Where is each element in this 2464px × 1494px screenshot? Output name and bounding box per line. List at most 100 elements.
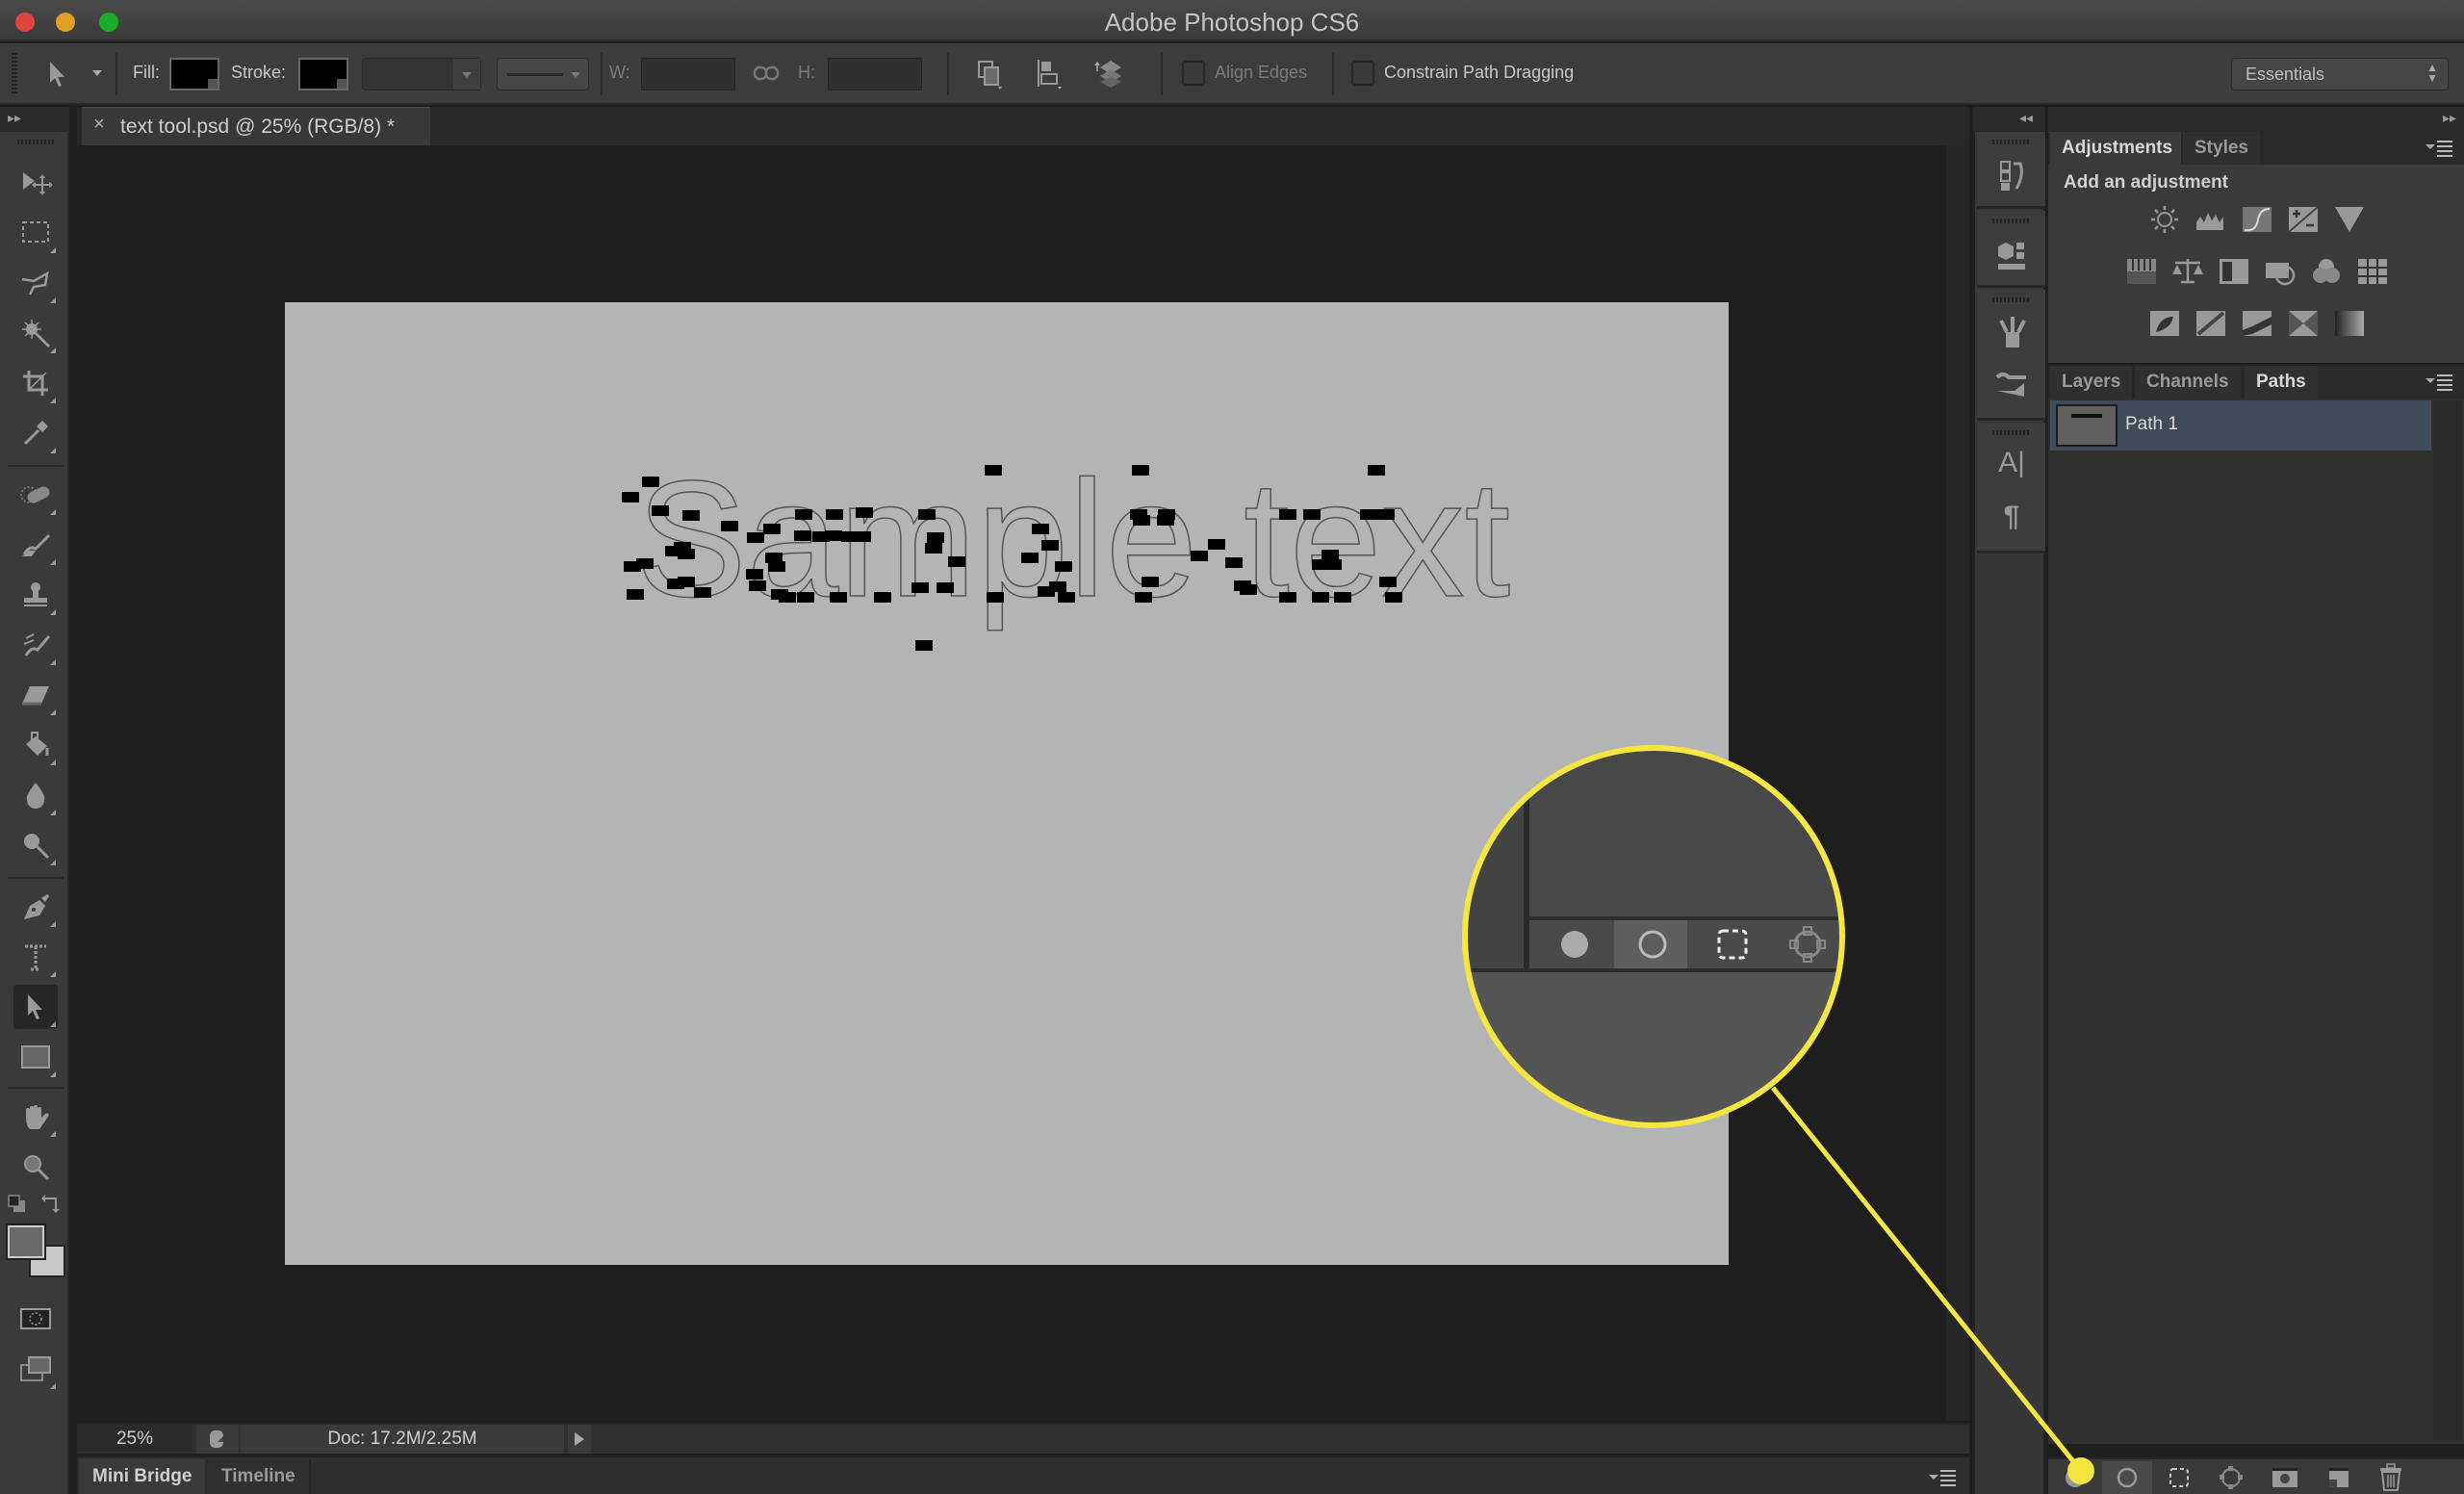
- anchor-point[interactable]: [987, 592, 995, 603]
- anchor-point[interactable]: [934, 543, 942, 554]
- anchor-point[interactable]: [755, 569, 763, 580]
- panel-menu-icon[interactable]: [2426, 140, 2454, 157]
- anchor-point[interactable]: [747, 532, 756, 543]
- anchor-point[interactable]: [1021, 553, 1030, 563]
- anchor-point[interactable]: [678, 577, 686, 587]
- anchor-point[interactable]: [632, 561, 641, 572]
- tab-mini-bridge[interactable]: Mini Bridge: [79, 1459, 206, 1494]
- dock-grip[interactable]: [1992, 430, 2031, 435]
- panel-menu-icon[interactable]: [1929, 1469, 1958, 1491]
- dodge-tool[interactable]: [13, 823, 58, 867]
- new-path-button[interactable]: [2314, 1461, 2364, 1494]
- anchor-point[interactable]: [804, 509, 812, 520]
- anchor-point[interactable]: [937, 582, 945, 593]
- anchor-point[interactable]: [1050, 540, 1059, 551]
- color-balance-icon[interactable]: [2171, 257, 2204, 286]
- anchor-point[interactable]: [1394, 592, 1402, 603]
- anchor-point[interactable]: [825, 530, 834, 541]
- anchor-point[interactable]: [1166, 515, 1174, 526]
- anchor-point[interactable]: [1199, 551, 1208, 561]
- anchor-point[interactable]: [1360, 509, 1369, 520]
- anchor-point[interactable]: [834, 509, 843, 520]
- anchor-point[interactable]: [1248, 584, 1257, 595]
- history-icon[interactable]: [1994, 159, 2029, 193]
- anchor-point[interactable]: [1058, 581, 1066, 592]
- anchor-point[interactable]: [1386, 509, 1395, 520]
- anchor-point[interactable]: [927, 509, 936, 520]
- anchor-point[interactable]: [772, 524, 781, 534]
- anchor-point[interactable]: [1141, 465, 1149, 476]
- anchor-point[interactable]: [703, 587, 711, 598]
- canvas[interactable]: Sample text: [285, 302, 1729, 1265]
- photo-filter-icon[interactable]: [2264, 257, 2297, 286]
- channel-mixer-icon[interactable]: [2310, 257, 2343, 286]
- exposure-icon[interactable]: [2287, 205, 2320, 234]
- crop-tool[interactable]: [13, 361, 58, 405]
- rectangular-marquee-tool[interactable]: [13, 211, 58, 255]
- anchor-point[interactable]: [924, 640, 933, 651]
- anchor-point[interactable]: [1376, 465, 1385, 476]
- anchor-point[interactable]: [771, 589, 780, 600]
- path-selection-tool[interactable]: [13, 985, 58, 1029]
- anchor-point[interactable]: [686, 549, 695, 559]
- path-alignment-icon[interactable]: [1030, 55, 1068, 93]
- width-input[interactable]: [641, 58, 735, 90]
- anchor-point[interactable]: [691, 510, 700, 521]
- lasso-tool[interactable]: [13, 261, 58, 305]
- dock-grip[interactable]: [1992, 219, 2031, 223]
- zoom-level-field[interactable]: 25%: [77, 1425, 192, 1454]
- color-lookup-icon[interactable]: [2356, 257, 2389, 286]
- fill-swatch[interactable]: [169, 58, 219, 90]
- anchor-point[interactable]: [1234, 557, 1243, 568]
- anchor-point[interactable]: [812, 531, 821, 542]
- anchor-point[interactable]: [1055, 561, 1064, 572]
- posterize-icon[interactable]: [2194, 309, 2227, 338]
- anchor-point[interactable]: [803, 530, 811, 541]
- anchor-point[interactable]: [1143, 592, 1152, 603]
- anchor-point[interactable]: [948, 556, 957, 567]
- anchor-point[interactable]: [864, 507, 873, 518]
- stroke-width-field[interactable]: [362, 58, 481, 90]
- anchor-point[interactable]: [624, 561, 632, 572]
- eyedropper-tool[interactable]: [13, 411, 58, 455]
- anchor-point[interactable]: [856, 507, 864, 518]
- anchor-point[interactable]: [660, 505, 669, 516]
- document-profile-icon[interactable]: [196, 1425, 239, 1454]
- anchor-point[interactable]: [1343, 592, 1351, 603]
- anchor-point[interactable]: [1312, 559, 1321, 570]
- blur-tool[interactable]: [13, 773, 58, 817]
- anchor-point[interactable]: [1330, 550, 1339, 560]
- hand-tool[interactable]: [13, 1095, 58, 1139]
- delete-path-button[interactable]: [2366, 1461, 2416, 1494]
- anchor-point[interactable]: [667, 579, 676, 589]
- vibrance-icon[interactable]: [2333, 205, 2366, 234]
- anchor-point[interactable]: [1030, 553, 1039, 563]
- anchor-point[interactable]: [1377, 509, 1386, 520]
- spot-healing-brush-tool[interactable]: [13, 473, 58, 517]
- anchor-point[interactable]: [1058, 592, 1066, 603]
- anchor-point[interactable]: [1312, 592, 1321, 603]
- anchor-point[interactable]: [779, 592, 787, 603]
- workspace-dropdown[interactable]: Essentials ▲ ▼: [2231, 58, 2449, 90]
- tab-layers[interactable]: Layers: [2050, 366, 2133, 399]
- selective-color-icon[interactable]: [2287, 309, 2320, 338]
- anchor-point[interactable]: [1240, 584, 1248, 595]
- paths-scrollbar[interactable]: [2433, 400, 2462, 1440]
- stroke-path-button[interactable]: [2102, 1461, 2152, 1494]
- anchor-point[interactable]: [1369, 509, 1377, 520]
- tab-channels[interactable]: Channels: [2133, 366, 2241, 399]
- constrain-path-dragging-checkbox[interactable]: [1351, 61, 1374, 86]
- anchor-point[interactable]: [1150, 577, 1159, 587]
- swap-colors-icon[interactable]: [40, 1193, 62, 1214]
- tab-styles[interactable]: Styles: [2181, 132, 2260, 165]
- anchor-point[interactable]: [1368, 465, 1376, 476]
- tab-timeline[interactable]: Timeline: [208, 1459, 311, 1494]
- anchor-point[interactable]: [757, 580, 766, 591]
- gradient-map-icon[interactable]: [2333, 309, 2366, 338]
- anchor-point[interactable]: [993, 465, 1002, 476]
- paint-bucket-tool[interactable]: [13, 723, 58, 767]
- anchor-point[interactable]: [721, 521, 730, 531]
- anchor-point[interactable]: [1288, 509, 1296, 520]
- anchor-point[interactable]: [1191, 551, 1199, 561]
- anchor-point[interactable]: [763, 524, 772, 534]
